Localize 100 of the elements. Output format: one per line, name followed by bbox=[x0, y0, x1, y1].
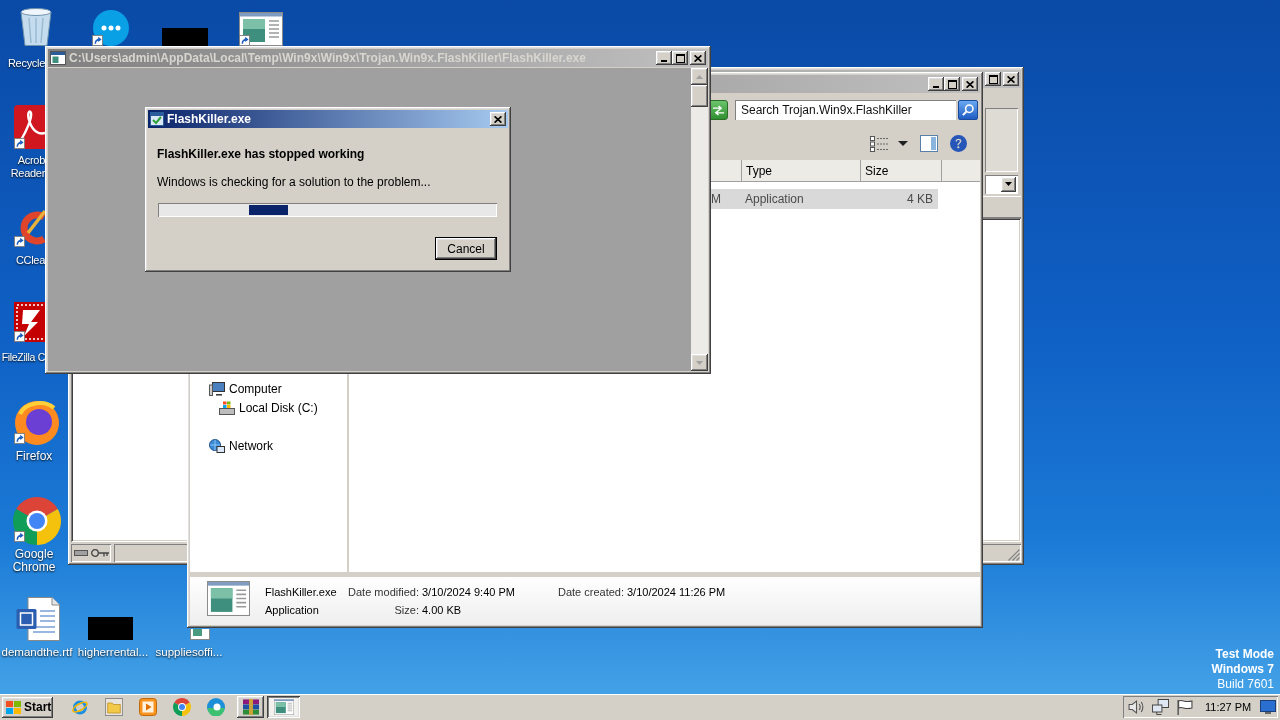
search-field[interactable]: Search Trojan.Win9x.FlashKiller bbox=[735, 100, 956, 120]
close-icon bbox=[694, 54, 702, 62]
window-title: C:\Users\admin\AppData\Local\Temp\Win9x\Win9x\Trojan.Win9x.FlashKiller\FlashKiller.exe bbox=[69, 50, 587, 67]
folder-icon[interactable] bbox=[105, 698, 123, 716]
network-globe-icon bbox=[209, 438, 225, 453]
minimize-icon bbox=[661, 60, 667, 62]
network-icon[interactable] bbox=[1152, 699, 1169, 715]
maximize-icon bbox=[988, 74, 998, 84]
trash-bin-icon[interactable] bbox=[18, 8, 54, 46]
show-desktop-icon[interactable] bbox=[1260, 700, 1276, 714]
maximize-button[interactable] bbox=[985, 72, 1001, 86]
caret-icon bbox=[898, 141, 908, 146]
program-icon bbox=[150, 112, 164, 126]
drive-icon bbox=[74, 550, 88, 556]
browser-globe-icon[interactable] bbox=[14, 398, 60, 446]
ftp-app-icon[interactable] bbox=[14, 300, 45, 344]
dialog-message: Windows is checking for a solution to the problem... bbox=[157, 175, 432, 189]
play-icon[interactable] bbox=[139, 698, 157, 716]
taskbar-button[interactable] bbox=[267, 696, 300, 718]
computer-icon bbox=[209, 381, 225, 396]
dialog-title: FlashKiller.exe bbox=[167, 111, 253, 128]
chat-bubble-icon[interactable] bbox=[93, 10, 129, 46]
close-icon bbox=[966, 80, 974, 88]
nav-item[interactable]: Computer bbox=[209, 379, 347, 398]
icon-label[interactable]: Recycle bbox=[0, 57, 45, 70]
close-icon bbox=[1007, 75, 1015, 83]
cancel-button[interactable]: Cancel bbox=[435, 237, 497, 260]
detail-label: Date created: bbox=[556, 585, 624, 600]
clock[interactable]: 11:27 PM bbox=[1205, 698, 1252, 716]
archive-books-icon bbox=[240, 699, 261, 715]
preview-pane-icon bbox=[920, 135, 938, 152]
window-icon bbox=[273, 699, 294, 715]
resize-grip-icon bbox=[1008, 549, 1020, 561]
file-name: FlashKiller.exe bbox=[265, 585, 338, 600]
search-icon bbox=[962, 104, 974, 116]
maximize-icon bbox=[947, 79, 957, 89]
detail-value: 3/10/2024 11:26 PM bbox=[627, 585, 726, 600]
key-icon bbox=[91, 548, 109, 558]
browser-wheel-icon[interactable] bbox=[173, 698, 191, 716]
system-info-text: Build 7601 bbox=[1217, 677, 1274, 692]
text-document-icon[interactable] bbox=[16, 597, 60, 641]
close-button[interactable] bbox=[962, 77, 978, 91]
down-arrow-icon bbox=[696, 360, 703, 365]
file-icon[interactable] bbox=[190, 629, 210, 640]
close-button[interactable] bbox=[690, 51, 706, 65]
file-type: Application bbox=[265, 603, 320, 618]
icon-label[interactable]: FileZilla C bbox=[0, 351, 45, 364]
start-button[interactable]: Start bbox=[2, 696, 53, 718]
close-button[interactable] bbox=[490, 112, 506, 126]
preview-pane-button[interactable] bbox=[920, 135, 938, 152]
close-icon bbox=[494, 115, 502, 123]
dialog-heading: FlashKiller.exe has stopped working bbox=[157, 147, 366, 161]
pdf-reader-icon[interactable] bbox=[14, 105, 45, 149]
maximize-button[interactable] bbox=[944, 77, 960, 91]
file-thumbnail-icon bbox=[207, 581, 250, 616]
scroll-thumb[interactable] bbox=[691, 85, 708, 107]
start-logo-icon bbox=[6, 700, 21, 714]
minimize-icon bbox=[933, 86, 939, 88]
up-arrow-icon bbox=[696, 74, 703, 79]
nav-item[interactable]: Network bbox=[209, 436, 347, 455]
icon-label[interactable]: Google Chrome bbox=[0, 548, 68, 574]
maximize-button[interactable] bbox=[672, 51, 688, 65]
help-button[interactable] bbox=[950, 135, 967, 152]
detail-value: 4.00 KB bbox=[422, 603, 463, 618]
taskbar-button[interactable] bbox=[237, 696, 264, 718]
disk-drive-icon bbox=[219, 400, 235, 415]
table-cell-text: M bbox=[711, 191, 722, 208]
scrollbar[interactable] bbox=[691, 68, 708, 371]
search-button[interactable] bbox=[958, 100, 978, 120]
column-header[interactable]: Type bbox=[741, 160, 860, 181]
nav-item[interactable]: Local Disk (C:) bbox=[219, 398, 347, 417]
browser-wheel-icon[interactable] bbox=[13, 497, 61, 545]
document-thumbnail-icon[interactable] bbox=[239, 12, 283, 46]
help-icon bbox=[950, 135, 967, 152]
side-panel bbox=[985, 108, 1018, 172]
scroll-up-button[interactable] bbox=[691, 68, 708, 85]
system-info-text: Windows 7 bbox=[1211, 662, 1274, 677]
detail-label: Size: bbox=[393, 603, 419, 618]
window-icon bbox=[50, 51, 66, 65]
browser-swirl-icon[interactable] bbox=[207, 698, 225, 716]
minimize-button[interactable] bbox=[928, 77, 944, 91]
view-list-icon bbox=[870, 135, 888, 152]
detail-value: 3/10/2024 9:40 PM bbox=[422, 585, 516, 600]
table-cell-text: Application bbox=[744, 191, 805, 208]
minimize-button[interactable] bbox=[656, 51, 672, 65]
maximize-icon bbox=[675, 53, 685, 63]
flag-icon[interactable] bbox=[1176, 699, 1193, 715]
icon-label[interactable]: Acrob Reader bbox=[0, 154, 45, 180]
icon-label[interactable]: CClea bbox=[0, 254, 45, 267]
column-header[interactable]: Size bbox=[860, 160, 941, 181]
detail-label: Date modified: bbox=[347, 585, 419, 600]
caret-icon bbox=[1005, 182, 1012, 186]
speaker-icon[interactable] bbox=[1128, 699, 1145, 715]
system-info-text: Test Mode bbox=[1215, 647, 1274, 662]
icon-label[interactable]: Firefox bbox=[0, 450, 68, 463]
close-button[interactable] bbox=[1003, 72, 1019, 86]
refresh-icon bbox=[711, 104, 725, 116]
views-button[interactable] bbox=[870, 135, 908, 152]
dropdown[interactable] bbox=[985, 174, 1018, 194]
scroll-down-button[interactable] bbox=[691, 354, 708, 371]
